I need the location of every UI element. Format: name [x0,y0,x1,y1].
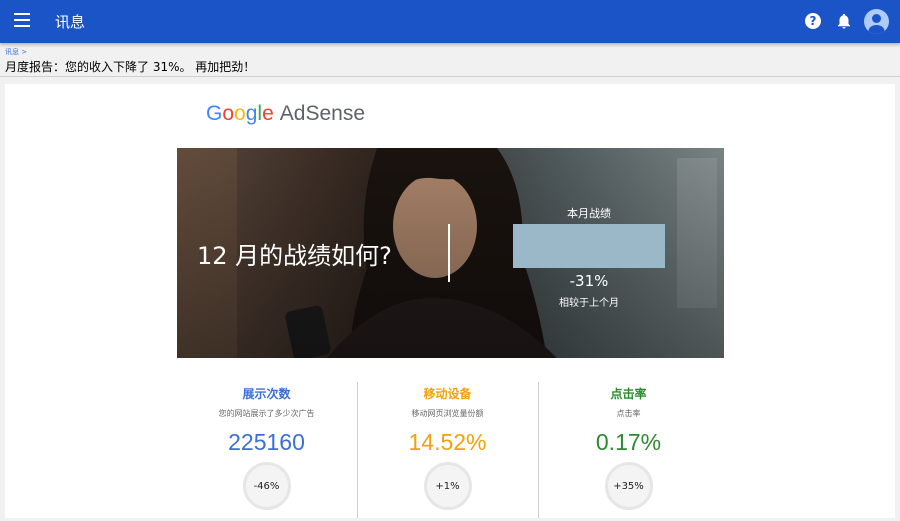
banner-divider [448,224,450,282]
metric-change-badge: -46% [242,462,291,510]
metric-ctr: 点击率 点击率 0.17% +35% [538,381,719,521]
metric-mobile: 移动设备 移动网页浏览量份额 14.52% +1% [357,381,538,521]
metric-value: 225160 [228,429,305,455]
metric-description: 移动网页浏览量份额 [411,409,484,418]
metric-value: 14.52% [408,429,487,455]
banner-question: 12 月的战绩如何? [197,242,392,270]
hero-banner: 12 月的战绩如何? 本月战绩 -31% 相较于上个月 [177,148,724,358]
metric-value: 0.17% [595,429,662,455]
logo-letter: o [234,102,246,125]
email-body: Google AdSense 12 月的战绩如何? 本月战绩 -31% 相较于上… [5,84,895,518]
bell-icon[interactable] [835,12,853,30]
logo-letter: o [222,102,235,125]
metric-title: 展示次数 [242,387,291,401]
menu-icon[interactable] [14,13,31,27]
metric-description: 点击率 [616,409,641,418]
logo-product: AdSense [279,102,365,125]
breadcrumb-separator: > [21,48,28,56]
message-subject: 月度报告：您的收入下降了 31%。 再加把劲！ [5,60,256,74]
help-icon[interactable]: ? [804,12,822,30]
performance-value: -31% [569,272,609,290]
breadcrumb: 讯息 > [5,47,27,57]
app-title: 讯息 [55,13,86,31]
logo-letter: e [262,102,274,125]
performance-bar [513,224,665,268]
logo-letter: G [206,102,223,125]
metric-title: 点击率 [610,387,647,401]
metric-description: 您的网站展示了多少次广告 [218,409,315,418]
metric-change-badge: +35% [604,462,653,510]
breadcrumb-root-link[interactable]: 讯息 [5,48,19,56]
performance-subtitle: 相较于上个月 [559,298,619,309]
metric-impressions: 展示次数 您的网站展示了多少次广告 225160 -46% [176,381,357,521]
header-divider [0,76,900,77]
metric-change-badge: +1% [423,462,472,510]
account-avatar[interactable] [864,9,889,34]
performance-label: 本月战绩 [567,207,611,220]
google-adsense-logo: Google AdSense [206,102,365,126]
logo-letter: g [245,102,258,125]
metric-title: 移动设备 [423,387,472,401]
app-bar: 讯息 ? [0,0,900,43]
